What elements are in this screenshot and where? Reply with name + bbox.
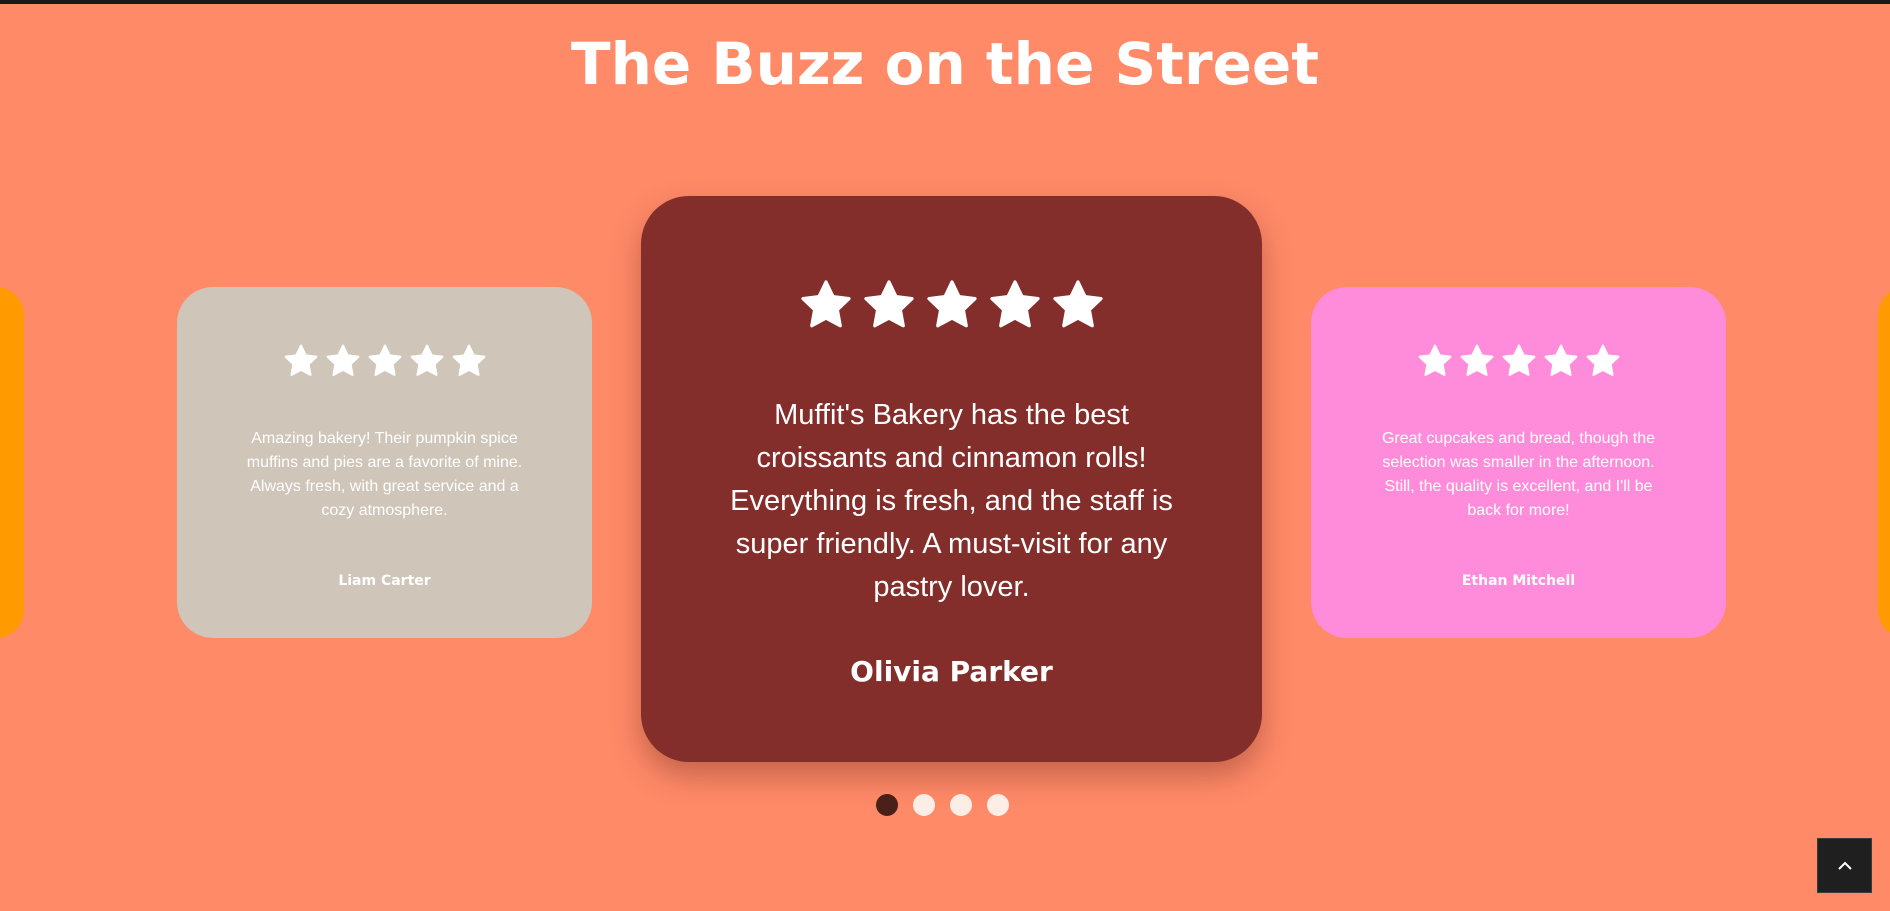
star-icon	[410, 344, 443, 376]
chevron-up-icon	[1837, 861, 1852, 870]
star-icon	[926, 280, 977, 328]
section-title: The Buzz on the Street	[571, 30, 1319, 98]
scroll-to-top-button[interactable]	[1817, 838, 1872, 893]
testimonial-card-liam-carter[interactable]: Amazing bakery! Their pumpkin spice muff…	[177, 287, 592, 638]
star-icon	[1544, 344, 1577, 376]
star-icon	[1502, 344, 1535, 376]
testimonial-author: Olivia Parker	[850, 655, 1053, 688]
testimonial-quote: Great cupcakes and bread, though the sel…	[1381, 430, 1656, 519]
partial-testimonial-card-right[interactable]	[1878, 287, 1890, 638]
carousel-dot-4[interactable]	[986, 794, 1009, 816]
star-icon	[800, 280, 851, 328]
carousel-pagination	[0, 794, 1887, 816]
carousel-dot-2[interactable]	[912, 794, 935, 816]
star-rating	[283, 343, 487, 379]
testimonial-card-ethan-mitchell[interactable]: Great cupcakes and bread, though the sel…	[1311, 287, 1726, 638]
star-rating	[1417, 343, 1621, 379]
partial-testimonial-card-left[interactable]	[0, 287, 24, 638]
carousel-dot-3[interactable]	[949, 794, 972, 816]
star-icon	[863, 280, 914, 328]
testimonial-author: Ethan Mitchell	[1461, 573, 1576, 589]
star-icon	[989, 280, 1040, 328]
star-icon	[452, 344, 485, 376]
star-icon	[284, 344, 317, 376]
star-icon	[368, 344, 401, 376]
carousel-dot-1[interactable]	[875, 794, 898, 816]
testimonial-quote: Amazing bakery! Their pumpkin spice muff…	[246, 430, 523, 519]
testimonial-card-olivia-parker[interactable]: Muffit's Bakery has the best croissants …	[641, 196, 1262, 762]
star-icon	[1418, 344, 1451, 376]
star-icon	[326, 344, 359, 376]
testimonial-quote: Muffit's Bakery has the best croissants …	[730, 399, 1173, 603]
testimonial-author: Liam Carter	[338, 573, 431, 589]
star-icon	[1586, 344, 1619, 376]
star-icon	[1460, 344, 1493, 376]
star-rating	[799, 278, 1105, 332]
star-icon	[1052, 280, 1103, 328]
